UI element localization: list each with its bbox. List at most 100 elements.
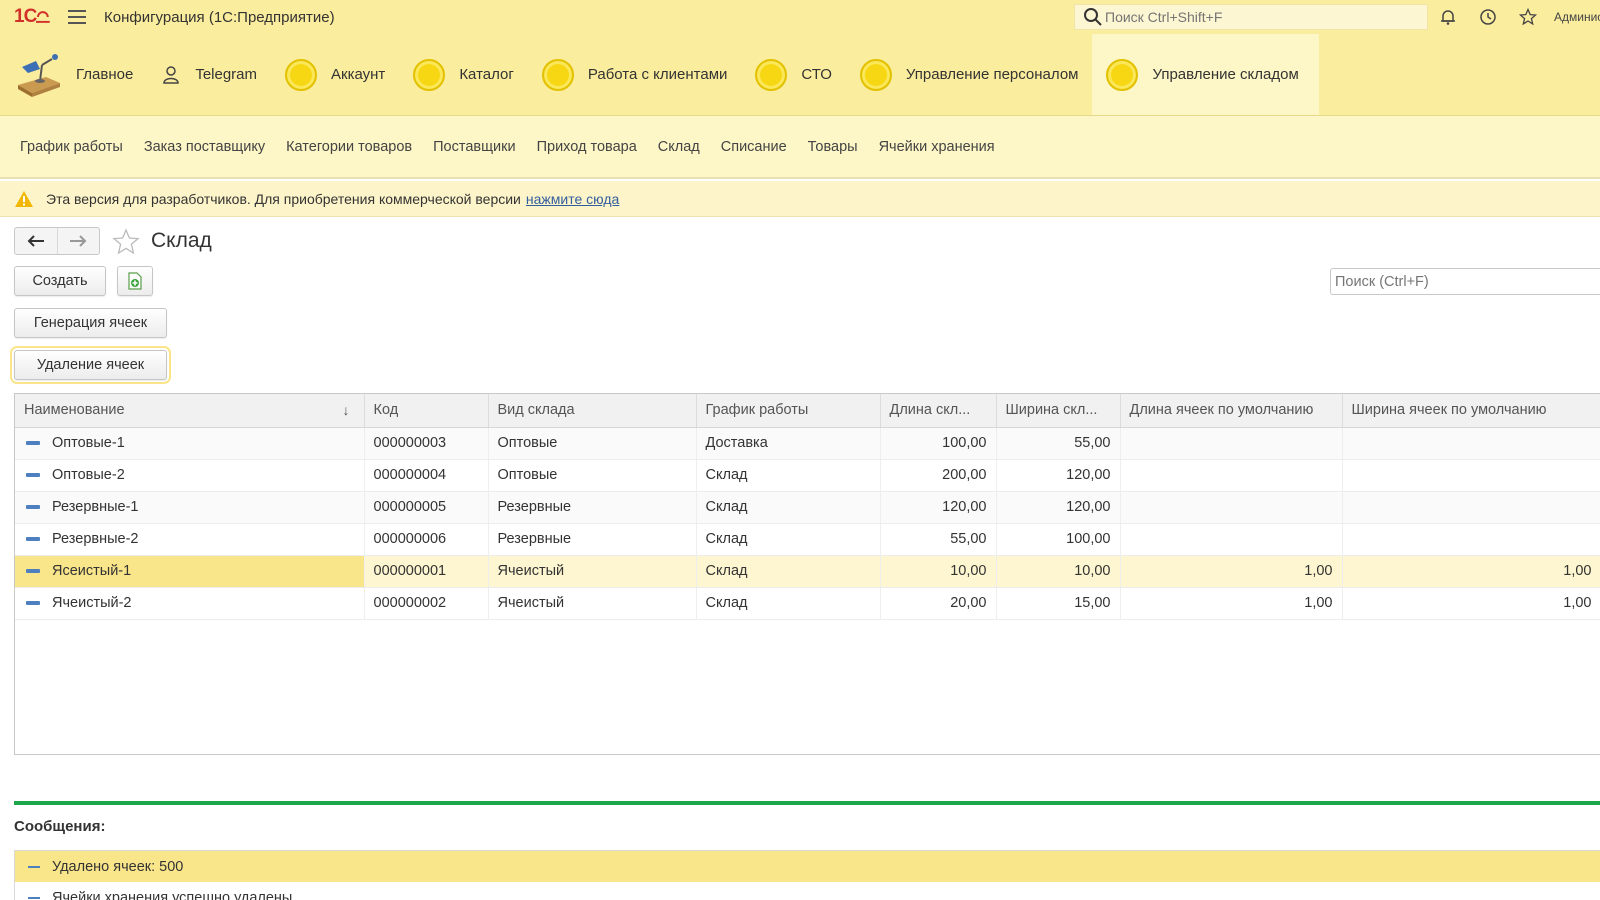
section-telegram[interactable]: Telegram [147,34,271,115]
cell-type: Резервные [488,523,697,556]
cell-code: 000000002 [364,587,489,620]
cell-code: 000000004 [364,459,489,492]
favorites-star-icon[interactable] [1518,7,1538,27]
create-button[interactable]: Создать [14,266,106,296]
message-text: Ячейки хранения успешно удалены. [52,889,297,900]
cell-width: 15,00 [996,587,1121,620]
table-row[interactable]: Оптовые-1 000000003 Оптовые Доставка 100… [15,427,1600,460]
subsection-products[interactable]: Товары [808,139,858,155]
cell-name-text: Ячеистый-2 [52,595,132,611]
cell-schedule: Склад [696,555,881,588]
cell-name: Резервные-2 [15,523,365,556]
cell-width: 55,00 [996,427,1121,460]
user-name[interactable]: Админис [1554,10,1600,24]
table-header-row: Наименование ↓ Код Вид склада График рабо… [15,394,1600,428]
bell-icon[interactable] [1438,7,1458,27]
catalog-item-icon [26,505,40,510]
section-account[interactable]: Аккаунт [271,34,399,115]
table-row[interactable]: Резервные-1 000000005 Резервные Склад 12… [15,491,1600,524]
main-menu-icon[interactable] [68,10,86,24]
global-search-field[interactable] [1074,4,1428,30]
section-sto[interactable]: СТО [741,34,846,115]
column-header-cell-width[interactable]: Ширина ячеек по умолчанию [1342,394,1600,428]
subsection-storage-cells[interactable]: Ячейки хранения [879,139,995,155]
section-label-account: Аккаунт [331,66,386,83]
sections-panel: Главное Telegram Аккаунт Каталог Работа … [0,34,1600,116]
subsection-write-off[interactable]: Списание [721,139,787,155]
subsection-product-categories[interactable]: Категории товаров [286,139,412,155]
forward-button[interactable] [56,228,100,254]
section-warehouse[interactable]: Управление складом [1092,34,1319,115]
cell-type: Ячеистый [488,555,697,588]
yellow-circle-icon [285,58,318,91]
delete-cells-button[interactable]: Удаление ячеек [10,346,171,384]
messages-divider [14,801,1600,805]
column-header-label: Наименование [24,402,125,419]
title-bar: 1С Конфигурация (1С:Предприятие) Админис [0,0,1600,34]
section-main[interactable]: Главное [0,34,147,115]
column-header-type[interactable]: Вид склада [488,394,697,428]
cell-cell-length: 1,00 [1120,587,1343,620]
cell-name-text: Резервные-2 [52,531,139,547]
copy-button[interactable] [117,266,153,296]
section-hr[interactable]: Управление персоналом [846,34,1093,115]
yellow-circle-icon [1106,58,1139,91]
cell-schedule: Доставка [696,427,881,460]
cell-type: Ячеистый [488,587,697,620]
cell-cell-length [1120,459,1343,492]
arrow-left-icon [27,235,44,247]
cell-length: 100,00 [880,427,997,460]
cell-cell-width [1342,459,1600,492]
catalog-item-icon [26,537,40,542]
column-header-length[interactable]: Длина скл... [880,394,997,428]
cell-type: Оптовые [488,427,697,460]
cell-width: 120,00 [996,491,1121,524]
column-header-code[interactable]: Код [364,394,489,428]
global-search-input[interactable] [1105,9,1405,25]
column-header-name[interactable]: Наименование ↓ [15,394,365,428]
subsection-goods-receipt[interactable]: Приход товара [537,139,637,155]
user-icon [163,65,180,84]
form-title: Склад [151,229,212,252]
subsection-schedule[interactable]: График работы [20,139,123,155]
message-dash-icon [28,896,40,899]
generate-cells-button[interactable]: Генерация ячеек [14,308,167,338]
cell-schedule: Склад [696,587,881,620]
buy-link[interactable]: нажмите сюда [526,191,619,207]
app-title: Конфигурация (1С:Предприятие) [104,8,335,26]
subsection-suppliers[interactable]: Поставщики [433,139,515,155]
history-icon[interactable] [1478,7,1498,27]
warning-message: Эта версия для разработчиков. Для приобр… [46,190,521,207]
cell-cell-width [1342,523,1600,556]
cell-code: 000000003 [364,427,489,460]
back-button[interactable] [15,228,57,254]
table-row[interactable]: Резервные-2 000000006 Резервные Склад 55… [15,523,1600,556]
list-search-input[interactable] [1335,273,1595,290]
cell-length: 200,00 [880,459,997,492]
section-clients[interactable]: Работа с клиентами [528,34,742,115]
column-header-schedule[interactable]: График работы [696,394,881,428]
cell-name: Резервные-1 [15,491,365,524]
catalog-item-icon [26,601,40,606]
table-row[interactable]: Оптовые-2 000000004 Оптовые Склад 200,00… [15,459,1600,492]
table-row[interactable]: Ячеистый-2 000000002 Ячеистый Склад 20,0… [15,587,1600,620]
section-catalog[interactable]: Каталог [399,34,528,115]
catalog-item-icon [26,473,40,478]
column-header-width[interactable]: Ширина скл... [996,394,1121,428]
subsection-warehouse[interactable]: Склад [658,139,700,155]
cell-width: 120,00 [996,459,1121,492]
list-search-field[interactable] [1330,268,1600,295]
arrow-right-icon [70,235,87,247]
add-to-favorites-star-icon[interactable] [112,228,140,256]
table-row-selected[interactable]: Ясеистый-1 000000001 Ячеистый Склад 10,0… [15,555,1600,588]
section-label-hr: Управление персоналом [905,66,1079,83]
subsection-supplier-order[interactable]: Заказ поставщику [144,139,265,155]
column-header-cell-length[interactable]: Длина ячеек по умолчанию [1120,394,1343,428]
message-dash-icon [28,865,40,868]
message-item[interactable]: Ячейки хранения успешно удалены. [15,882,1600,900]
cell-name: Ячеистый-2 [15,587,365,620]
messages-list: Удалено ячеек: 500 Ячейки хранения успеш… [14,850,1600,900]
cell-name-text: Резервные-1 [52,499,139,515]
message-item[interactable]: Удалено ячеек: 500 [15,851,1600,882]
yellow-circle-icon [859,58,892,91]
